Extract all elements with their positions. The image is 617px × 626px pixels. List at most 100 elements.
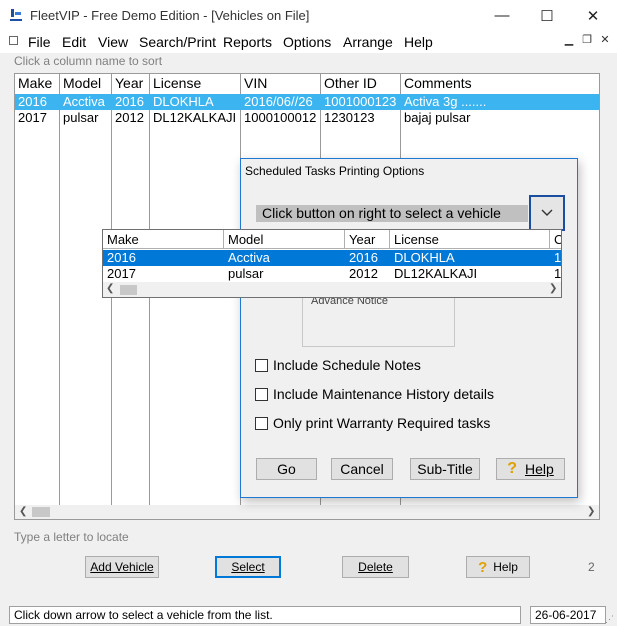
dropdown-cell-make: 2016 xyxy=(107,250,136,265)
dropdown-header-license[interactable]: License xyxy=(390,230,550,249)
add-vehicle-label: Add Vehicle xyxy=(90,560,154,574)
menu-file[interactable]: File xyxy=(28,34,51,50)
app-icon xyxy=(10,9,22,21)
help-button[interactable]: ? Help xyxy=(466,556,530,578)
title-bar: FleetVIP - Free Demo Edition - [Vehicles… xyxy=(0,0,617,31)
column-header-vin[interactable]: VIN xyxy=(241,74,321,93)
menu-bar: File Edit View Search/Print Reports Opti… xyxy=(0,31,617,53)
dropdown-cell-model: Acctiva xyxy=(228,250,270,265)
checkbox-box[interactable] xyxy=(255,387,268,401)
dropdown-cell-model: pulsar xyxy=(228,266,264,281)
dropdown-header-model[interactable]: Model xyxy=(224,230,345,249)
menu-edit[interactable]: Edit xyxy=(62,34,86,50)
column-header-comments[interactable]: Comments xyxy=(401,74,599,93)
horizontal-scrollbar[interactable]: ❮ ❯ xyxy=(15,505,599,519)
column-header-model[interactable]: Model xyxy=(60,74,112,93)
warranty-required-checkbox[interactable]: Only print Warranty Required tasks xyxy=(255,414,490,432)
checkbox-label: Only print Warranty Required tasks xyxy=(273,415,491,431)
menu-view[interactable]: View xyxy=(98,34,128,50)
scroll-right-icon[interactable]: ❯ xyxy=(549,283,557,294)
vehicle-combo-field[interactable]: Click button on right to select a vehicl… xyxy=(256,205,528,222)
checkbox-label: Include Maintenance History details xyxy=(273,386,495,402)
dropdown-cell-c: 1( xyxy=(554,250,561,265)
select-button[interactable]: Select xyxy=(215,556,281,578)
vehicle-dropdown-list: Make Model Year License C 2016 Acctiva 2… xyxy=(102,229,562,298)
cell-vin: 1000100012 xyxy=(244,110,317,125)
cell-year: 2016 xyxy=(115,94,144,109)
menu-help[interactable]: Help xyxy=(404,34,433,50)
close-button[interactable]: ✕ xyxy=(570,0,616,31)
help-label: Help xyxy=(493,560,518,574)
column-header-year[interactable]: Year xyxy=(112,74,150,93)
add-vehicle-button[interactable]: Add Vehicle xyxy=(85,556,159,578)
dropdown-header-make[interactable]: Make xyxy=(103,230,224,249)
mdi-minimize-icon[interactable]: ▁ xyxy=(562,33,576,47)
cell-license: DLOKHLA xyxy=(153,94,214,109)
column-header-make[interactable]: Make xyxy=(15,74,60,93)
dropdown-cell-c: 1: xyxy=(554,266,561,281)
dropdown-cell-license: DLOKHLA xyxy=(394,250,455,265)
dropdown-cell-license: DL12KALKAJI xyxy=(394,266,478,281)
delete-label: Delete xyxy=(358,560,393,574)
chevron-down-icon xyxy=(541,209,553,216)
scroll-left-icon[interactable]: ❮ xyxy=(106,283,114,294)
cell-other-id: 1001000123 xyxy=(324,94,397,109)
menu-arrange[interactable]: Arrange xyxy=(343,34,393,50)
locate-hint: Type a letter to locate xyxy=(14,530,129,544)
status-message: Click down arrow to select a vehicle fro… xyxy=(9,606,521,624)
dialog-help-label: Help xyxy=(524,461,554,477)
print-options-dialog: Scheduled Tasks Printing Options Click b… xyxy=(240,158,578,498)
include-schedule-notes-checkbox[interactable]: Include Schedule Notes xyxy=(255,356,421,374)
cell-model: pulsar xyxy=(63,110,99,125)
mdi-close-icon[interactable]: ✕ xyxy=(598,33,612,47)
mdi-restore-icon[interactable]: ❐ xyxy=(580,33,594,47)
table-row[interactable]: 2016 Acctiva 2016 DLOKHLA 2016/06//26 10… xyxy=(15,94,599,110)
go-button[interactable]: Go xyxy=(256,458,317,480)
dropdown-cell-make: 2017 xyxy=(107,266,136,281)
scroll-left-icon[interactable]: ❮ xyxy=(19,506,27,517)
cell-year: 2012 xyxy=(115,110,144,125)
column-header-license[interactable]: License xyxy=(150,74,241,93)
list-item[interactable]: 2016 Acctiva 2016 DLOKHLA 1( xyxy=(103,250,561,266)
help-question-icon: ? xyxy=(478,558,488,576)
dropdown-cell-year: 2016 xyxy=(349,250,378,265)
checkbox-box[interactable] xyxy=(255,416,268,430)
mdi-system-icon[interactable] xyxy=(9,36,18,45)
minimize-button[interactable]: — xyxy=(479,0,525,31)
dropdown-header-year[interactable]: Year xyxy=(345,230,390,249)
checkbox-box[interactable] xyxy=(255,358,268,372)
dialog-help-button[interactable]: ? Help xyxy=(496,458,565,480)
cell-model: Acctiva xyxy=(63,94,105,109)
cell-make: 2017 xyxy=(18,110,47,125)
dropdown-horizontal-scrollbar[interactable]: ❮ ❯ xyxy=(103,282,561,297)
scroll-thumb[interactable] xyxy=(32,507,50,517)
page-number: 2 xyxy=(588,560,595,574)
menu-search-print[interactable]: Search/Print xyxy=(139,34,216,50)
column-header-other-id[interactable]: Other ID xyxy=(321,74,401,93)
menu-reports[interactable]: Reports xyxy=(223,34,272,50)
maximize-button[interactable]: ☐ xyxy=(524,0,570,31)
menu-options[interactable]: Options xyxy=(283,34,331,50)
column-divider xyxy=(111,93,112,505)
cell-other-id: 1230123 xyxy=(324,110,375,125)
cancel-button[interactable]: Cancel xyxy=(331,458,393,480)
scroll-thumb[interactable] xyxy=(120,285,137,295)
cell-vin: 2016/06//26 xyxy=(244,94,313,109)
dropdown-header-c[interactable]: C xyxy=(550,230,561,249)
window-title: FleetVIP - Free Demo Edition - [Vehicles… xyxy=(30,8,310,23)
resize-grip-icon[interactable]: ⋰ xyxy=(605,614,614,625)
sort-hint: Click a column name to sort xyxy=(14,54,163,68)
delete-button[interactable]: Delete xyxy=(342,556,409,578)
checkbox-label: Include Schedule Notes xyxy=(273,357,421,373)
include-maintenance-history-checkbox[interactable]: Include Maintenance History details xyxy=(255,385,494,403)
list-item[interactable]: 2017 pulsar 2012 DL12KALKAJI 1: xyxy=(103,266,561,282)
table-row[interactable]: 2017 pulsar 2012 DL12KALKAJI 1000100012 … xyxy=(15,110,599,126)
column-divider xyxy=(59,93,60,505)
scroll-right-icon[interactable]: ❯ xyxy=(587,506,595,517)
dialog-title: Scheduled Tasks Printing Options xyxy=(245,164,425,178)
dropdown-button[interactable] xyxy=(529,195,565,231)
vehicle-combo[interactable]: Click button on right to select a vehicl… xyxy=(253,195,577,231)
cell-make: 2016 xyxy=(18,94,47,109)
subtitle-button[interactable]: Sub-Title xyxy=(410,458,480,480)
cell-comments: Activa 3g ....... xyxy=(404,94,487,109)
